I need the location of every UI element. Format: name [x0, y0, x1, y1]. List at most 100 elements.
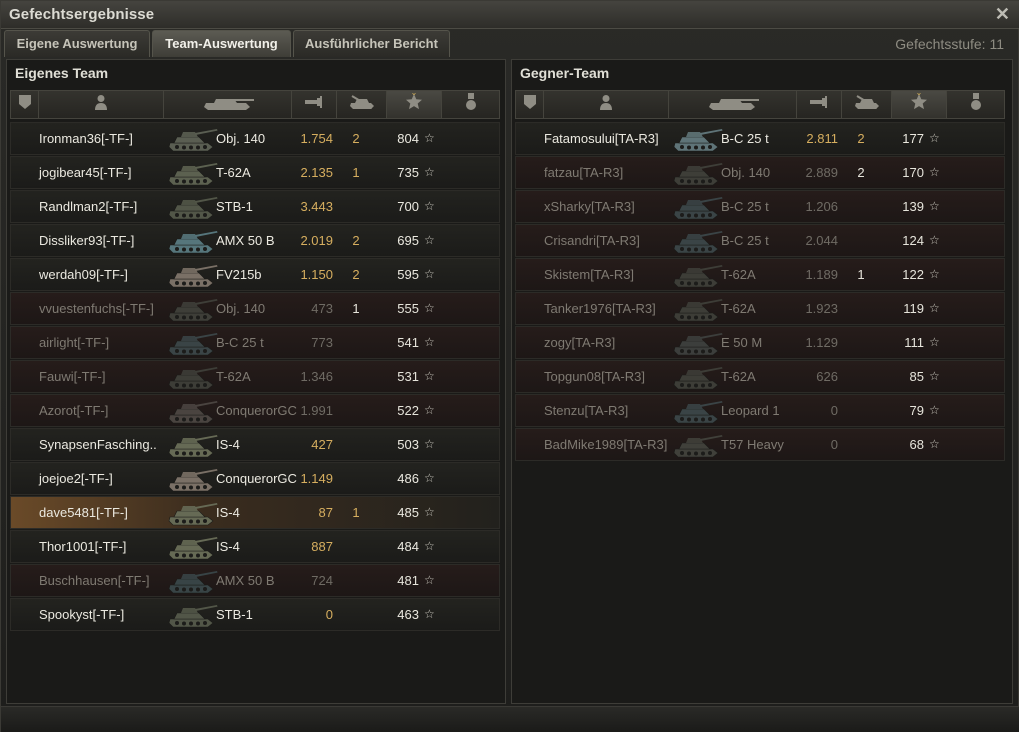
player-row[interactable]: fatzau[TA-R3] Obj. 140 2.889 2 170 ☆ — [515, 156, 1005, 189]
player-name: joejoe2[-TF-] — [39, 471, 113, 486]
battle-results-window: Gefechtsergebnisse ✕ Eigene Auswertung T… — [0, 0, 1019, 732]
xp-value: 463 — [397, 607, 419, 622]
enemy-team-rows: Fatamosului[TA-R3] B-C 25 t 2.811 2 177 ☆ fatz… — [515, 122, 1005, 462]
kills-value — [846, 361, 876, 392]
player-row[interactable]: dave5481[-TF-] IS-4 87 1 485 ☆ — [10, 496, 500, 529]
player-row[interactable]: vvuestenfuchs[-TF-] Obj. 140 473 1 555 ☆ — [10, 292, 500, 325]
window-title: Gefechtsergebnisse — [9, 6, 155, 23]
player-row[interactable]: Crisandri[TA-R3] B-C 25 t 2.044 124 ☆ — [515, 224, 1005, 257]
xp-star-icon: ☆ — [424, 131, 435, 145]
tank-icon — [167, 330, 219, 357]
column-header-shield-icon[interactable] — [11, 91, 39, 118]
column-header-player-icon[interactable] — [544, 91, 669, 118]
player-name: Stenzu[TA-R3] — [544, 403, 629, 418]
tab-detailed-report[interactable]: Ausführlicher Bericht — [293, 30, 450, 57]
player-row[interactable]: Azorot[-TF-] ConquerorGC 1.991 522 ☆ — [10, 394, 500, 427]
player-row[interactable]: Dissliker93[-TF-] AMX 50 B 2.019 2 695 ☆ — [10, 224, 500, 257]
player-row[interactable]: Fauwi[-TF-] T-62A 1.346 531 ☆ — [10, 360, 500, 393]
tank-icon — [672, 296, 724, 323]
player-row[interactable]: zogy[TA-R3] E 50 M 1.129 111 ☆ — [515, 326, 1005, 359]
damage-value: 724 — [311, 573, 333, 588]
player-row[interactable]: Stenzu[TA-R3] Leopard 1 0 79 ☆ — [515, 394, 1005, 427]
column-header-kills-icon[interactable] — [337, 91, 387, 118]
player-row[interactable]: Skistem[TA-R3] T-62A 1.189 1 122 ☆ — [515, 258, 1005, 291]
player-name: Tanker1976[TA-R3] — [544, 301, 656, 316]
column-header-damage-icon[interactable] — [292, 91, 337, 118]
player-name: Thor1001[-TF-] — [39, 539, 127, 554]
player-name: BadMike1989[TA-R3] — [544, 437, 668, 452]
tank-icon — [167, 194, 219, 221]
kills-value: 1 — [352, 505, 360, 520]
player-row[interactable]: BadMike1989[TA-R3] T57 Heavy 0 68 ☆ — [515, 428, 1005, 461]
xp-value: 119 — [903, 301, 924, 316]
player-row[interactable]: Ironman36[-TF-] Obj. 140 1.754 2 804 ☆ — [10, 122, 500, 155]
xp-star-icon: ☆ — [424, 369, 435, 383]
player-row[interactable]: Topgun08[TA-R3] T-62A 626 85 ☆ — [515, 360, 1005, 393]
player-icon — [599, 94, 613, 115]
player-row[interactable]: Randlman2[-TF-] STB-1 3.443 700 ☆ — [10, 190, 500, 223]
player-name: Spookyst[-TF-] — [39, 607, 125, 622]
tank-icon — [672, 398, 724, 425]
player-row[interactable]: jogibear45[-TF-] T-62A 2.135 1 735 ☆ — [10, 156, 500, 189]
column-header-player-icon[interactable] — [39, 91, 164, 118]
player-row[interactable]: airlight[-TF-] B-C 25 t 773 541 ☆ — [10, 326, 500, 359]
player-name: jogibear45[-TF-] — [39, 165, 132, 180]
xp-value: 481 — [397, 573, 419, 588]
column-header-tank-icon[interactable] — [669, 91, 797, 118]
player-name: xSharky[TA-R3] — [544, 199, 635, 214]
xp-star-icon: ☆ — [424, 539, 435, 553]
xp-value: 177 — [902, 131, 924, 146]
player-row[interactable]: Thor1001[-TF-] IS-4 887 484 ☆ — [10, 530, 500, 563]
tab-own-evaluation[interactable]: Eigene Auswertung — [4, 30, 150, 57]
enemy-team-title: Gegner-Team — [520, 65, 610, 81]
xp-star-icon: ☆ — [424, 335, 435, 349]
player-name: Dissliker93[-TF-] — [39, 233, 135, 248]
xp-star-icon: ☆ — [929, 233, 940, 247]
xp-star-icon: ☆ — [424, 301, 435, 315]
kills-value — [341, 361, 371, 392]
column-header-tank-icon[interactable] — [164, 91, 292, 118]
player-row[interactable]: Fatamosului[TA-R3] B-C 25 t 2.811 2 177 ☆ — [515, 122, 1005, 155]
xp-value: 541 — [397, 335, 419, 350]
player-row[interactable]: Tanker1976[TA-R3] T-62A 1.923 119 ☆ — [515, 292, 1005, 325]
player-row[interactable]: SynapsenFasching.. IS-4 427 503 ☆ — [10, 428, 500, 461]
damage-value: 87 — [318, 505, 333, 520]
xp-value: 484 — [397, 539, 419, 554]
xp-value: 170 — [902, 165, 924, 180]
title-bar[interactable]: Gefechtsergebnisse ✕ — [1, 1, 1019, 29]
player-name: zogy[TA-R3] — [544, 335, 616, 350]
column-header-xp-star-icon[interactable]: ⌄ — [892, 88, 947, 118]
xp-value: 139 — [902, 199, 924, 214]
tank-icon — [167, 602, 219, 629]
player-row[interactable]: Buschhausen[-TF-] AMX 50 B 724 481 ☆ — [10, 564, 500, 597]
close-icon[interactable]: ✕ — [995, 4, 1010, 25]
damage-value: 3.443 — [300, 199, 333, 214]
xp-star-icon: ☆ — [424, 437, 435, 451]
player-row[interactable]: werdah09[-TF-] FV215b 1.150 2 595 ☆ — [10, 258, 500, 291]
player-row[interactable]: joejoe2[-TF-] ConquerorGC 1.149 486 ☆ — [10, 462, 500, 495]
player-name: Skistem[TA-R3] — [544, 267, 635, 282]
tab-team-evaluation[interactable]: Team-Auswertung — [152, 30, 291, 57]
column-header-shield-icon[interactable] — [516, 91, 544, 118]
player-row[interactable]: xSharky[TA-R3] B-C 25 t 1.206 139 ☆ — [515, 190, 1005, 223]
bottom-bar — [1, 706, 1019, 732]
column-header-kills-icon[interactable] — [842, 91, 892, 118]
damage-value: 1.206 — [805, 199, 838, 214]
column-header-damage-icon[interactable] — [797, 91, 842, 118]
tank-icon — [200, 94, 256, 115]
column-header-medal-icon[interactable] — [947, 91, 1005, 118]
column-header-xp-star-icon[interactable]: ⌄ — [387, 88, 442, 118]
kills-value: 1 — [857, 267, 865, 282]
xp-star-icon: ☆ — [929, 267, 940, 281]
player-name: Topgun08[TA-R3] — [544, 369, 645, 384]
player-row[interactable]: Spookyst[-TF-] STB-1 0 463 ☆ — [10, 598, 500, 631]
damage-icon — [304, 94, 324, 115]
xp-star-icon: ☆ — [424, 505, 435, 519]
tank-icon — [167, 432, 219, 459]
xp-value: 735 — [397, 165, 419, 180]
xp-star-icon: ☆ — [929, 403, 940, 417]
column-header-medal-icon[interactable] — [442, 91, 500, 118]
xp-star-icon: ☆ — [929, 165, 940, 179]
tank-icon — [167, 296, 219, 323]
kills-value — [341, 565, 371, 596]
